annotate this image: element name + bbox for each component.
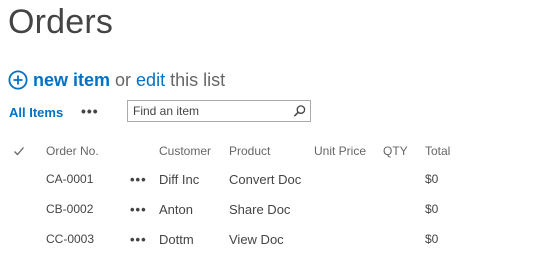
table-row[interactable]: CA-0001 ••• Diff Inc Convert Doc $0 xyxy=(9,164,465,194)
qty-cell xyxy=(383,224,425,254)
unit-price-cell xyxy=(314,164,383,194)
order-no-cell: CA-0001 xyxy=(46,172,94,186)
select-all-header[interactable] xyxy=(9,138,46,164)
table-row[interactable]: CB-0002 ••• Anton Share Doc $0 xyxy=(9,194,465,224)
view-selector: All Items xyxy=(9,101,63,123)
row-more-button[interactable]: ••• xyxy=(130,164,159,194)
customer-link[interactable]: Dottm xyxy=(159,224,229,254)
search-icon[interactable] xyxy=(293,104,306,118)
row-more-button[interactable]: ••• xyxy=(130,194,159,224)
view-more-button[interactable]: ••• xyxy=(81,102,99,120)
customer-link[interactable]: Anton xyxy=(159,194,229,224)
list-actions: new item or edit this list xyxy=(8,67,225,93)
order-no-cell: CB-0002 xyxy=(46,202,94,216)
new-item-link[interactable]: new item xyxy=(33,70,110,91)
all-items-view-link[interactable]: All Items xyxy=(9,105,63,120)
customer-link[interactable]: Diff Inc xyxy=(159,164,229,194)
column-header-product[interactable]: Product xyxy=(229,138,314,164)
or-text: or xyxy=(115,69,132,90)
column-header-spacer xyxy=(130,138,159,164)
unit-price-cell xyxy=(314,224,383,254)
search-box xyxy=(127,100,311,122)
column-header-customer[interactable]: Customer xyxy=(159,138,229,164)
table-header-row: Order No. Customer Product Unit Price QT… xyxy=(9,138,465,164)
product-cell: View Doc xyxy=(229,231,284,247)
unit-price-cell xyxy=(314,194,383,224)
this-list-text: this list xyxy=(170,69,226,90)
column-header-qty[interactable]: QTY xyxy=(383,138,425,164)
product-cell: Convert Doc xyxy=(229,171,302,187)
order-no-cell: CC-0003 xyxy=(46,232,95,246)
qty-cell xyxy=(383,164,425,194)
row-more-button[interactable]: ••• xyxy=(130,224,159,254)
total-cell: $0 xyxy=(425,202,439,216)
row-select-cell[interactable] xyxy=(9,164,46,194)
edit-list-link[interactable]: edit xyxy=(136,70,165,91)
row-select-cell[interactable] xyxy=(9,194,46,224)
row-select-cell[interactable] xyxy=(9,224,46,254)
search-input[interactable] xyxy=(128,102,293,120)
column-header-order-no[interactable]: Order No. xyxy=(46,138,130,164)
total-cell: $0 xyxy=(425,232,439,246)
page-title: Orders xyxy=(8,3,114,41)
qty-cell xyxy=(383,194,425,224)
checkmark-icon[interactable] xyxy=(13,145,25,157)
column-header-total[interactable]: Total xyxy=(425,138,465,164)
orders-table: Order No. Customer Product Unit Price QT… xyxy=(9,138,465,254)
column-header-unit-price[interactable]: Unit Price xyxy=(314,138,383,164)
total-cell: $0 xyxy=(425,172,439,186)
plus-circle-icon[interactable] xyxy=(8,70,28,90)
product-cell: Share Doc xyxy=(229,201,291,217)
table-row[interactable]: CC-0003 ••• Dottm View Doc $0 xyxy=(9,224,465,254)
